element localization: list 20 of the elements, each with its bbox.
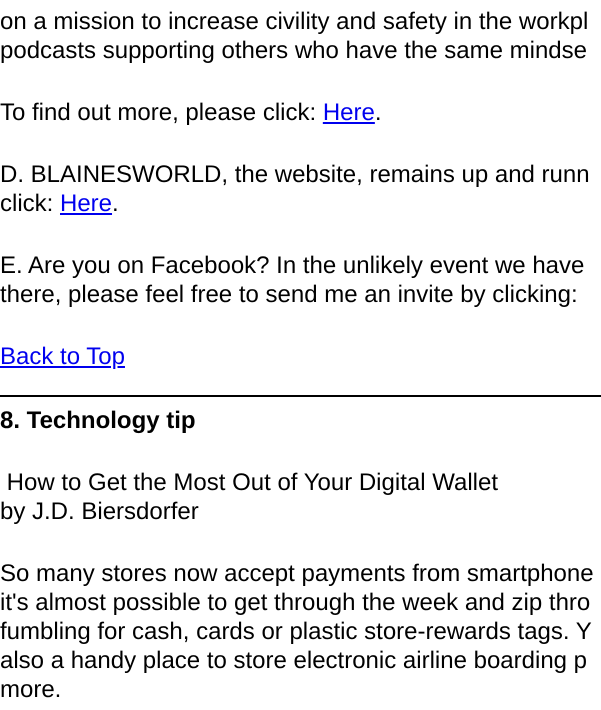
text-line: fumbling for cash, cards or plastic store-rewards tags. Y (0, 617, 593, 646)
text-line: there, please feel free to send me an invite by clicking: (0, 280, 579, 309)
sentence-text: To find out more, please click: (0, 99, 318, 126)
sentence-text: click: (0, 190, 54, 217)
text-line: How to Get the Most Out of Your Digital Wallet (6, 468, 499, 497)
link[interactable]: Back to Top (0, 343, 125, 370)
sentence-text: . (112, 190, 119, 217)
text-line: it's almost possible to get through the week and zip thro (0, 588, 592, 617)
text-line: on a mission to increase civility and safety in the workpl (0, 7, 590, 36)
text-line: also a handy place to store electronic airline boarding p (0, 646, 588, 675)
text-line: D. BLAINESWORLD, the website, remains up and runn (0, 160, 591, 189)
section-heading: 8. Technology tip (0, 406, 197, 435)
sentence-text: . (374, 99, 382, 126)
text-line: podcasts supporting others who have the same mindse (0, 36, 588, 65)
link[interactable]: Here (322, 99, 375, 126)
text-line: more. (0, 675, 62, 704)
text-line: E. Are you on Facebook? In the unlikely event we have (0, 251, 586, 280)
text-line: by J.D. Biersdorfer (0, 497, 200, 526)
link[interactable]: Here (60, 190, 112, 217)
text-line: So many stores now accept payments from smartphone (0, 559, 595, 588)
